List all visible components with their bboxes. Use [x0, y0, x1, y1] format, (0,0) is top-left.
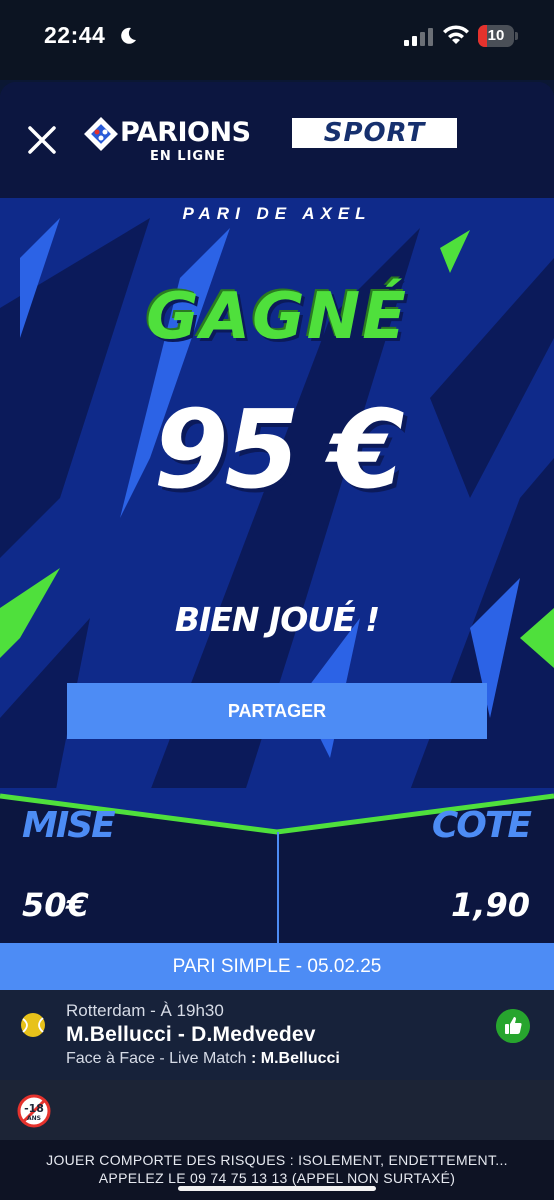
bet-type-bar: PARI SIMPLE - 05.02.25: [0, 943, 554, 990]
stake-value: 50€: [22, 886, 89, 924]
legal-section: [0, 1080, 554, 1140]
market-selection: : M.Bellucci: [250, 1050, 340, 1067]
warning-line-1: JOUER COMPORTE DES RISQUES : ISOLEMENT, …: [46, 1152, 508, 1168]
odds-label: COTE: [431, 805, 532, 846]
congrats-text: BIEN JOUÉ !: [174, 600, 380, 639]
thumbs-up-icon: [496, 1009, 530, 1043]
match-market: Face à Face - Live Match : M.Bellucci: [66, 1050, 340, 1068]
close-icon[interactable]: [26, 124, 58, 156]
tennis-ball-icon: [21, 1013, 45, 1037]
stake-odds-divider: [277, 832, 279, 943]
logo-main-text: PARIONS: [120, 117, 251, 148]
match-meta: Rotterdam - À 19h30: [66, 1001, 224, 1020]
win-banner: PARI DE AXEL GAGNÉ 95 € BIEN JOUÉ ! PART…: [0, 198, 554, 870]
match-name: M.Bellucci - D.Medvedev: [66, 1023, 316, 1046]
svg-text:-18: -18: [24, 1102, 44, 1115]
moon-icon: [121, 27, 136, 44]
market-name: Face à Face - Live Match: [66, 1050, 247, 1067]
fdj-clover-icon: [84, 117, 118, 151]
battery-level: 10: [487, 27, 505, 44]
winnings-amount: 95 €: [153, 388, 404, 513]
logo-sub-text: EN LIGNE: [150, 149, 226, 164]
warning-line-2: APPELEZ LE 09 74 75 13 13 (APPEL NON SUR…: [98, 1170, 456, 1186]
bettor-label: PARI DE AXEL: [182, 204, 372, 223]
odds-value: 1,90: [451, 886, 530, 924]
parions-sport-logo: PARIONS SPORT EN LIGNE: [84, 115, 464, 165]
header: PARIONS SPORT EN LIGNE: [0, 82, 554, 198]
signal-icon: [404, 28, 433, 46]
responsible-gaming-warning: JOUER COMPORTE DES RISQUES : ISOLEMENT, …: [0, 1140, 554, 1200]
share-button[interactable]: PARTAGER: [67, 683, 487, 739]
wifi-icon: [443, 25, 469, 44]
home-indicator[interactable]: [178, 1186, 376, 1191]
age-restriction-icon: -18 ANS: [17, 1094, 51, 1128]
result-title: GAGNÉ: [146, 280, 408, 354]
battery-tip: [515, 32, 518, 40]
logo-sport-text: SPORT: [292, 118, 457, 148]
battery-icon: 10: [478, 25, 514, 47]
stake-label: MISE: [22, 805, 116, 846]
svg-text:ANS: ANS: [27, 1115, 41, 1122]
status-time: 22:44: [44, 22, 106, 48]
